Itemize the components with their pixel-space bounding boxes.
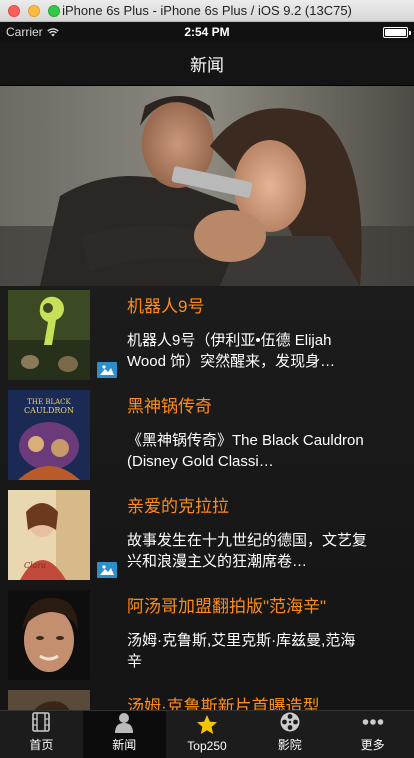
tab-news[interactable]: 新闻	[82, 711, 166, 758]
simulator-titlebar: iPhone 6s Plus - iPhone 6s Plus / iOS 9.…	[0, 0, 414, 22]
tab-label: Top250	[187, 739, 227, 753]
news-summary: 故事发生在十九世纪的德国，文艺复兴和浪漫主义的狂潮席卷…	[127, 532, 367, 570]
navigation-bar: 新闻	[0, 42, 414, 86]
movie-poster-9	[8, 290, 90, 380]
news-item[interactable]: 阿汤哥加盟翻拍版"范海辛" 汤姆·克鲁斯,艾里克斯·库兹曼,范海辛	[0, 586, 414, 686]
image-gallery-icon	[97, 362, 117, 378]
movie-poster-black-cauldron: THE BLACK CAULDRON	[8, 390, 90, 480]
tab-label: 更多	[360, 738, 385, 752]
person-icon	[115, 713, 134, 733]
maximize-window-button[interactable]	[48, 5, 60, 17]
actor-portrait	[8, 690, 90, 710]
news-summary: 《黑神锅传奇》The Black Cauldron (Disney Gold C…	[127, 432, 364, 470]
news-title: 黑神锅传奇	[127, 397, 212, 416]
news-title: 机器人9号	[127, 297, 205, 316]
news-summary: 机器人9号（伊利亚•伍德 Elijah Wood 饰）突然醒来，发现身…	[127, 332, 336, 370]
tab-bar: 首页 新闻 Top250 影院 更多	[0, 710, 414, 758]
status-time: 2:54 PM	[184, 25, 230, 39]
window-controls	[8, 5, 60, 17]
news-item[interactable]: Clara 亲爱的克拉拉 故事发生在十九世纪的德国，文艺复兴和浪漫主义的狂潮席卷…	[0, 486, 414, 586]
tab-label: 首页	[29, 738, 54, 752]
movie-poster-clara: Clara	[8, 490, 90, 580]
carrier-label: Carrier	[6, 25, 43, 39]
page-title: 新闻	[190, 56, 224, 75]
svg-text:CAULDRON: CAULDRON	[24, 406, 74, 415]
tab-cinema[interactable]: 影院	[248, 711, 331, 758]
news-thumbnail: THE BLACK CAULDRON	[8, 390, 90, 480]
tab-more[interactable]: 更多	[331, 711, 414, 758]
tab-top250[interactable]: Top250	[166, 711, 249, 758]
news-item[interactable]: THE BLACK CAULDRON 黑神锅传奇 《黑神锅传奇》The Blac…	[0, 386, 414, 486]
minimize-window-button[interactable]	[28, 5, 40, 17]
wifi-icon	[46, 27, 59, 36]
film-reel-icon	[280, 712, 300, 732]
news-list[interactable]: 机器人9号 机器人9号（伊利亚•伍德 Elijah Wood 饰）突然醒来，发现…	[0, 286, 414, 710]
carrier: Carrier	[6, 25, 59, 39]
news-item[interactable]: 机器人9号 机器人9号（伊利亚•伍德 Elijah Wood 饰）突然醒来，发现…	[0, 286, 414, 386]
tab-label: 影院	[277, 738, 302, 752]
close-window-button[interactable]	[8, 5, 20, 17]
svg-text:Clara: Clara	[24, 561, 46, 570]
svg-text:THE BLACK: THE BLACK	[27, 398, 71, 406]
news-title: 阿汤哥加盟翻拍版"范海辛"	[127, 597, 327, 616]
news-thumbnail	[8, 690, 90, 710]
news-title: 亲爱的克拉拉	[127, 497, 229, 516]
window-title: iPhone 6s Plus - iPhone 6s Plus / iOS 9.…	[62, 3, 352, 18]
star-icon	[196, 715, 217, 734]
actor-portrait	[8, 590, 90, 680]
news-summary: 汤姆·克鲁斯,艾里克斯·库兹曼,范海辛	[127, 632, 356, 670]
more-dots-icon	[362, 719, 383, 725]
battery-icon	[383, 26, 411, 38]
news-item[interactable]: 汤姆·克鲁斯新片首曝造型	[0, 686, 414, 710]
hero-banner-image[interactable]	[0, 86, 414, 286]
film-icon	[32, 712, 51, 732]
status-bar: Carrier 2:54 PM	[0, 22, 414, 42]
hero-illustration	[0, 86, 414, 286]
tab-label: 新闻	[112, 738, 137, 752]
image-gallery-icon	[97, 562, 117, 578]
news-thumbnail	[8, 290, 90, 380]
news-thumbnail	[8, 590, 90, 680]
tab-home[interactable]: 首页	[0, 711, 83, 758]
news-thumbnail: Clara	[8, 490, 90, 580]
news-title: 汤姆·克鲁斯新片首曝造型	[127, 697, 320, 710]
